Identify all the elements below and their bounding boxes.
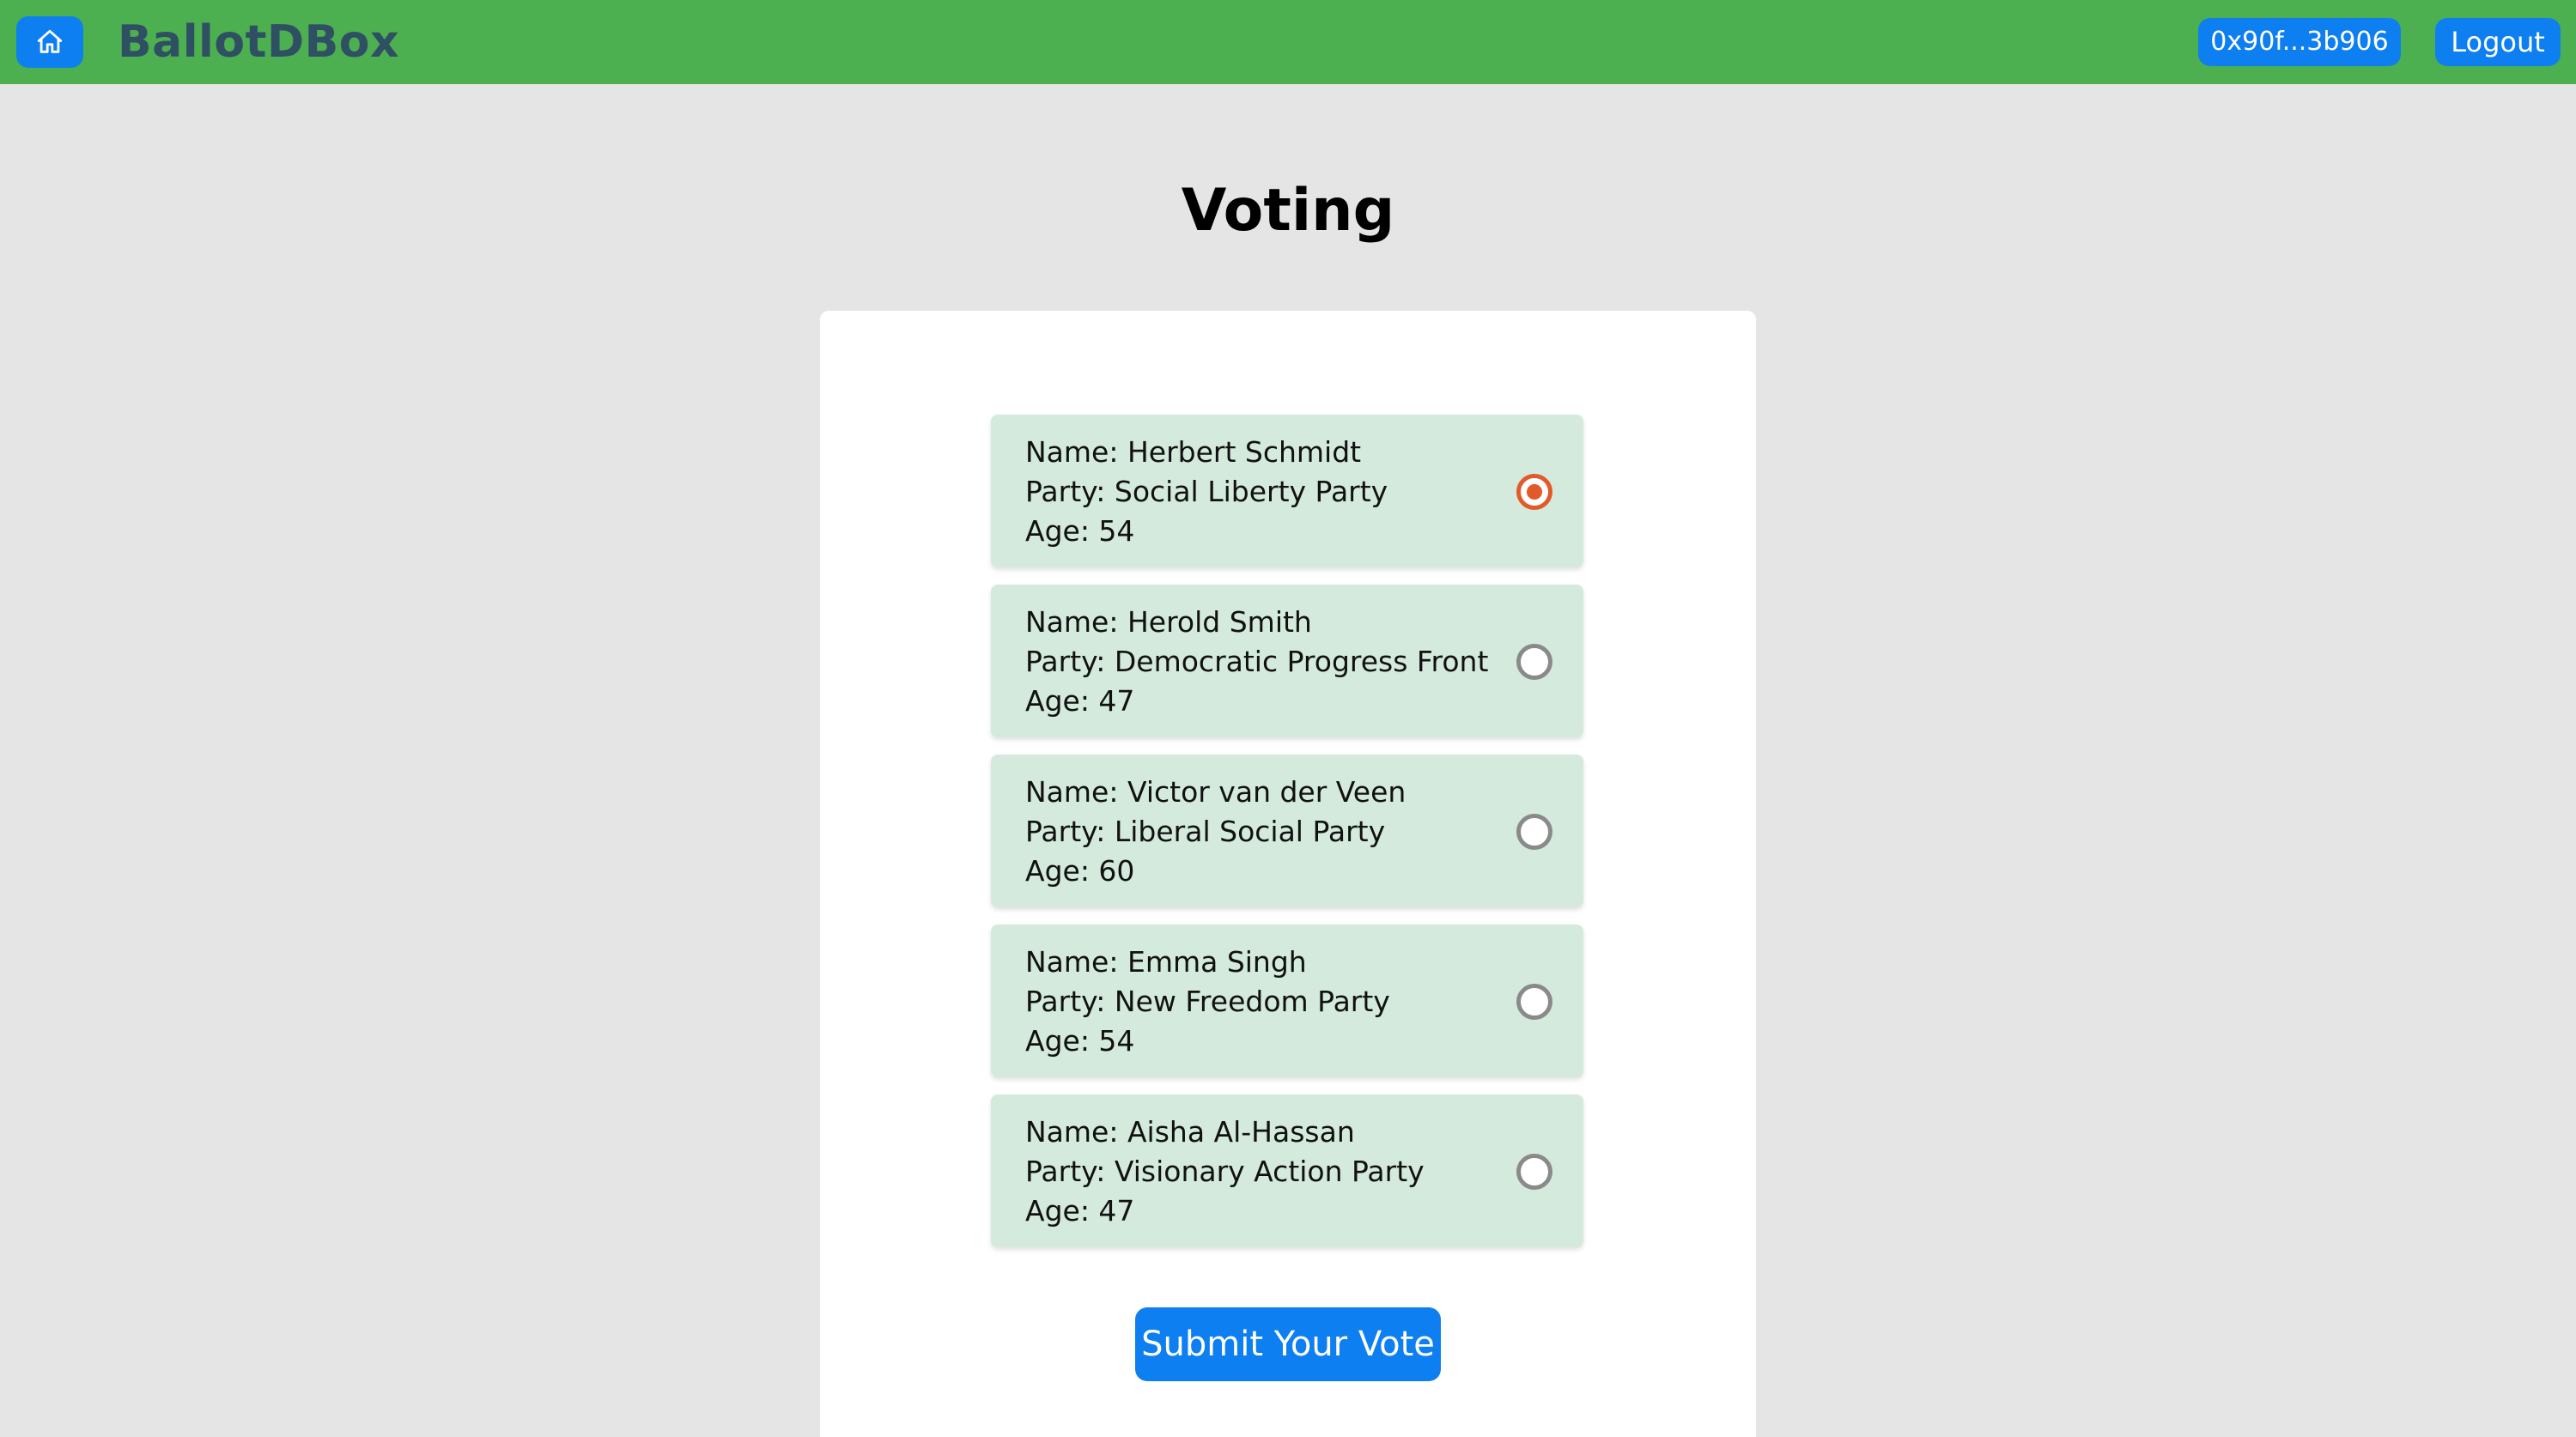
candidate-age: Age: 47	[1025, 1194, 1135, 1228]
top-navbar: BallotDBox 0x90f...3b906 Logout	[0, 0, 2576, 84]
candidate-age: Age: 54	[1025, 1024, 1135, 1058]
logout-button[interactable]: Logout	[2435, 18, 2561, 66]
candidate-card-emma-singh[interactable]: Name: Emma Singh Party: New Freedom Part…	[991, 925, 1583, 1077]
candidate-radio[interactable]	[1516, 474, 1552, 510]
candidate-card-herold-smith[interactable]: Name: Herold Smith Party: Democratic Pro…	[991, 585, 1583, 737]
candidate-radio[interactable]	[1516, 814, 1552, 850]
candidate-info: Name: Herbert Schmidt Party: Social Libe…	[1025, 433, 1388, 551]
candidate-name: Name: Victor van der Veen	[1025, 775, 1406, 809]
app-brand: BallotDBox	[118, 16, 400, 68]
candidate-age: Age: 54	[1025, 514, 1135, 548]
candidate-party: Party: Visionary Action Party	[1025, 1155, 1425, 1188]
candidate-party: Party: New Freedom Party	[1025, 985, 1390, 1018]
home-button[interactable]	[16, 16, 83, 68]
wallet-address-button[interactable]: 0x90f...3b906	[2198, 18, 2401, 66]
candidate-party: Party: Social Liberty Party	[1025, 475, 1388, 508]
candidate-info: Name: Herold Smith Party: Democratic Pro…	[1025, 603, 1488, 721]
voting-panel: Name: Herbert Schmidt Party: Social Libe…	[820, 311, 1756, 1437]
candidate-age: Age: 47	[1025, 684, 1135, 718]
page-title: Voting	[1181, 177, 1395, 245]
home-icon	[37, 29, 63, 53]
candidate-info: Name: Emma Singh Party: New Freedom Part…	[1025, 943, 1390, 1061]
candidate-info: Name: Victor van der Veen Party: Liberal…	[1025, 773, 1406, 891]
candidate-card-herbert-schmidt[interactable]: Name: Herbert Schmidt Party: Social Libe…	[991, 415, 1583, 567]
candidate-card-aisha-al-hassan[interactable]: Name: Aisha Al-Hassan Party: Visionary A…	[991, 1094, 1583, 1247]
candidate-radio[interactable]	[1516, 984, 1552, 1020]
submit-vote-button[interactable]: Submit Your Vote	[1135, 1307, 1441, 1381]
candidate-party: Party: Liberal Social Party	[1025, 815, 1386, 848]
candidate-name: Name: Herbert Schmidt	[1025, 435, 1362, 469]
candidate-card-victor-van-der-veen[interactable]: Name: Victor van der Veen Party: Liberal…	[991, 755, 1583, 907]
candidate-radio[interactable]	[1516, 1154, 1552, 1190]
candidate-party: Party: Democratic Progress Front	[1025, 645, 1489, 678]
candidate-name: Name: Herold Smith	[1025, 605, 1312, 639]
candidate-age: Age: 60	[1025, 854, 1135, 888]
candidate-name: Name: Emma Singh	[1025, 945, 1307, 979]
candidate-info: Name: Aisha Al-Hassan Party: Visionary A…	[1025, 1113, 1425, 1231]
candidate-name: Name: Aisha Al-Hassan	[1025, 1115, 1355, 1149]
candidate-radio[interactable]	[1516, 644, 1552, 680]
